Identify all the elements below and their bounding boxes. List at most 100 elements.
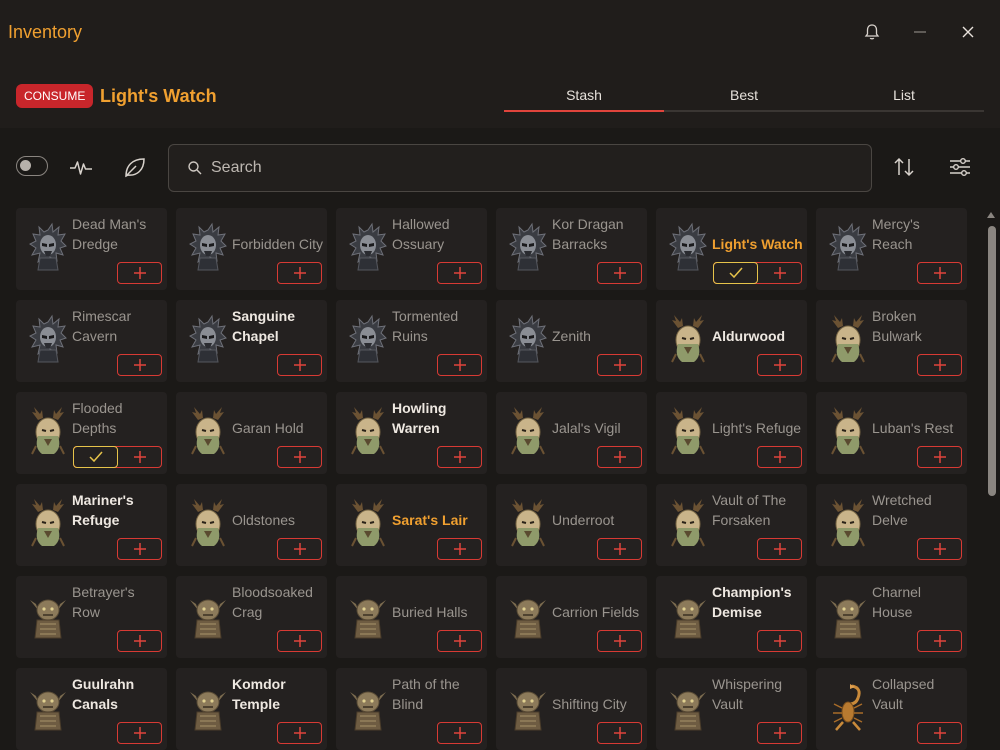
search-input[interactable] [211, 148, 851, 188]
add-button[interactable] [437, 538, 482, 560]
dungeon-card[interactable]: Mariner's Refuge [16, 484, 167, 566]
add-button[interactable] [117, 630, 162, 652]
add-button[interactable] [597, 354, 642, 376]
dungeon-card[interactable]: Vault of The Forsaken [656, 484, 807, 566]
add-button[interactable] [757, 630, 802, 652]
dungeon-card[interactable]: Forbidden City [176, 208, 327, 290]
add-button[interactable] [917, 262, 962, 284]
add-button[interactable] [597, 446, 642, 468]
plus-icon [133, 267, 146, 279]
add-button[interactable] [917, 446, 962, 468]
checked-indicator[interactable] [73, 446, 118, 468]
tab-list[interactable]: List [824, 84, 984, 110]
checked-indicator[interactable] [713, 262, 758, 284]
add-plus[interactable] [758, 266, 801, 280]
add-button[interactable] [917, 722, 962, 744]
add-button[interactable] [277, 446, 322, 468]
add-button[interactable] [597, 262, 642, 284]
add-plus[interactable] [118, 450, 161, 464]
add-button[interactable] [437, 262, 482, 284]
dungeon-card[interactable]: Bloodsoaked Crag [176, 576, 327, 658]
add-button[interactable] [437, 446, 482, 468]
minimize-button[interactable] [905, 18, 935, 46]
dungeon-card[interactable]: Whispering Vault [656, 668, 807, 750]
dungeon-card[interactable]: Light's Watch [656, 208, 807, 290]
dungeon-card[interactable]: Underroot [496, 484, 647, 566]
add-button[interactable] [757, 446, 802, 468]
scrollbar-thumb[interactable] [988, 226, 996, 496]
dungeon-card[interactable]: Rimescar Cavern [16, 300, 167, 382]
add-button[interactable] [757, 354, 802, 376]
dungeon-card[interactable]: Mercy's Reach [816, 208, 967, 290]
add-button[interactable] [117, 262, 162, 284]
dungeon-card[interactable]: Zenith [496, 300, 647, 382]
dungeon-card[interactable]: Champion's Demise [656, 576, 807, 658]
add-button[interactable] [597, 722, 642, 744]
dungeon-name: Oldstones [232, 512, 296, 528]
close-button[interactable] [953, 18, 983, 46]
add-button[interactable] [277, 630, 322, 652]
dungeon-card[interactable]: Hallowed Ossuary [336, 208, 487, 290]
dungeon-card[interactable]: Sarat's Lair [336, 484, 487, 566]
dungeon-card[interactable]: Flooded Depths [16, 392, 167, 474]
add-button[interactable] [917, 354, 962, 376]
add-button[interactable] [757, 722, 802, 744]
plus-icon [293, 451, 306, 463]
dungeon-card[interactable]: Tormented Ruins [336, 300, 487, 382]
dungeon-card[interactable]: Kor Dragan Barracks [496, 208, 647, 290]
add-button[interactable] [597, 630, 642, 652]
dungeon-card[interactable]: Broken Bulwark [816, 300, 967, 382]
add-button[interactable] [437, 630, 482, 652]
add-button[interactable] [117, 722, 162, 744]
leaf-button[interactable] [122, 154, 148, 180]
add-button[interactable] [277, 262, 322, 284]
dungeon-card[interactable]: Garan Hold [176, 392, 327, 474]
dungeon-card[interactable]: Guulrahn Canals [16, 668, 167, 750]
add-button[interactable] [117, 538, 162, 560]
dungeon-card[interactable]: Dead Man's Dredge [16, 208, 167, 290]
add-button[interactable] [437, 354, 482, 376]
dungeon-card[interactable]: Luban's Rest [816, 392, 967, 474]
dungeon-card[interactable]: Sanguine Chapel [176, 300, 327, 382]
add-button[interactable] [713, 262, 802, 284]
scroll-up-icon[interactable] [987, 212, 995, 218]
add-button[interactable] [917, 538, 962, 560]
add-button[interactable] [277, 538, 322, 560]
notifications-button[interactable] [857, 18, 887, 46]
goblin-icon [28, 590, 68, 642]
filter-settings-button[interactable] [947, 154, 973, 180]
dungeon-card[interactable]: Jalal's Vigil [496, 392, 647, 474]
dungeon-card[interactable]: Howling Warren [336, 392, 487, 474]
plus-icon [453, 635, 466, 647]
add-button[interactable] [277, 722, 322, 744]
filter-toggle[interactable] [16, 156, 48, 176]
dungeon-card[interactable]: Betrayer's Row [16, 576, 167, 658]
activity-button[interactable] [68, 154, 94, 180]
plus-icon [293, 267, 306, 279]
scrollbar[interactable] [984, 208, 998, 750]
antler-beast-icon [668, 406, 708, 458]
dungeon-card[interactable]: Oldstones [176, 484, 327, 566]
add-button[interactable] [597, 538, 642, 560]
dungeon-name: Sanguine Chapel [232, 308, 296, 344]
dungeon-card[interactable]: Buried Halls [336, 576, 487, 658]
dungeon-card[interactable]: Aldurwood [656, 300, 807, 382]
add-button[interactable] [437, 722, 482, 744]
dungeon-card[interactable]: Charnel House [816, 576, 967, 658]
dungeon-card[interactable]: Wretched Delve [816, 484, 967, 566]
dungeon-card[interactable]: Komdor Temple [176, 668, 327, 750]
dungeon-card[interactable]: Carrion Fields [496, 576, 647, 658]
add-button[interactable] [117, 354, 162, 376]
add-button[interactable] [757, 538, 802, 560]
dungeon-card[interactable]: Light's Refuge [656, 392, 807, 474]
sort-button[interactable] [891, 154, 917, 180]
tab-best[interactable]: Best [664, 84, 824, 110]
add-button[interactable] [917, 630, 962, 652]
add-button[interactable] [73, 446, 162, 468]
plus-icon [613, 543, 626, 555]
dungeon-card[interactable]: Shifting City [496, 668, 647, 750]
dungeon-card[interactable]: Path of the Blind [336, 668, 487, 750]
dungeon-card[interactable]: Collapsed Vault [816, 668, 967, 750]
tab-stash[interactable]: Stash [504, 84, 664, 112]
add-button[interactable] [277, 354, 322, 376]
